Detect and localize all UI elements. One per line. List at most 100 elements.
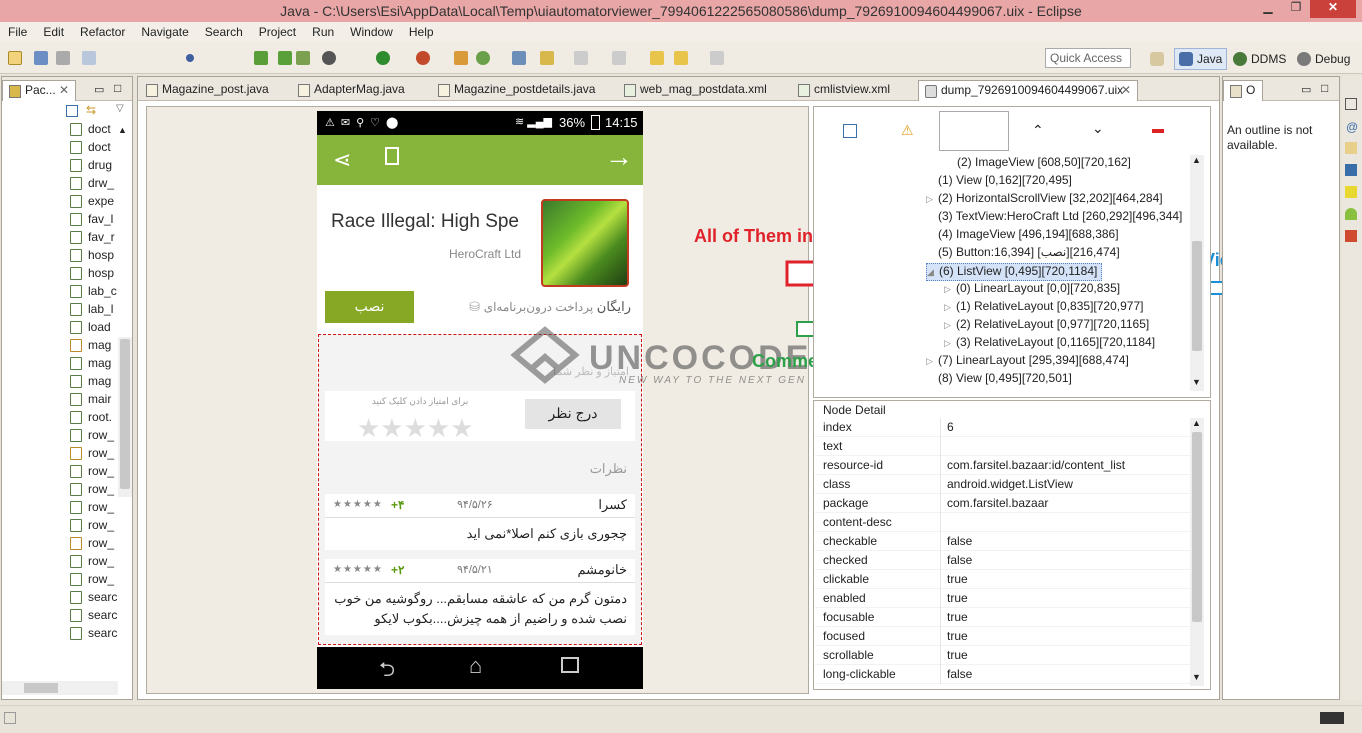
attr-key: focusable (823, 610, 875, 624)
tree-node-label: (6) ListView [0,495][720,1184] (939, 264, 1098, 278)
table-row[interactable]: long-clickable false (815, 665, 1190, 684)
node-detail-table: index 6 text resource-id com.farsitel.baza… (815, 418, 1190, 684)
task-list-icon[interactable] (1345, 98, 1357, 110)
maximize-icon[interactable]: □ (1321, 81, 1328, 95)
fast-view-icon[interactable] (4, 712, 16, 724)
minimize-icon[interactable]: ▭ (1301, 83, 1311, 96)
outline-tab-label: O (1246, 83, 1256, 97)
attr-key: checked (823, 553, 868, 567)
scroll-up-icon[interactable]: ▲ (1192, 418, 1201, 428)
expand-arrow-icon[interactable]: ▷ (944, 302, 956, 313)
table-row[interactable]: checked false (815, 551, 1190, 570)
attr-key: text (823, 439, 843, 453)
expand-all-icon[interactable] (843, 124, 857, 138)
table-row[interactable]: content-desc (815, 513, 1190, 532)
tree-node-label: (3) TextView:HeroCraft Ltd [260,292][496… (938, 209, 1183, 223)
attr-key: index (823, 420, 852, 434)
node-detail-title: Node Detail (823, 403, 886, 417)
tree-node[interactable]: (3) TextView:HeroCraft Ltd [260,292][496… (938, 209, 1182, 227)
expand-arrow-icon[interactable]: ▷ (926, 194, 938, 205)
scroll-down-icon[interactable]: ▼ (1192, 377, 1201, 387)
expand-arrow-icon[interactable]: ▷ (944, 320, 956, 331)
tree-node[interactable]: (2) ImageView [608,50][720,162] (957, 155, 1131, 173)
outline-panel: O ▭ □ An outline is not available. (1222, 76, 1340, 700)
table-row[interactable]: clickable true (815, 570, 1190, 589)
progress-icon (1320, 712, 1344, 724)
previous-node-icon[interactable]: ⌃ (1032, 122, 1044, 139)
table-row[interactable]: checkable false (815, 532, 1190, 551)
attr-value: false (947, 534, 973, 548)
filter-input[interactable] (939, 111, 1009, 151)
right-trim-stack: @ (1342, 76, 1362, 700)
logcat-icon[interactable] (1345, 186, 1357, 198)
attr-key: checkable (823, 534, 878, 548)
node-detail-scrollbar[interactable]: ▲ ▼ (1190, 418, 1204, 686)
tree-node-label: (4) ImageView [496,194][688,386] (938, 227, 1119, 241)
table-row[interactable]: index 6 (815, 418, 1190, 437)
node-detail-scroll-thumb[interactable] (1192, 432, 1202, 622)
console-icon[interactable] (1345, 230, 1357, 242)
tree-node-label: (2) ImageView [608,50][720,162] (957, 155, 1131, 169)
attr-value: true (947, 648, 968, 662)
table-row[interactable]: focused true (815, 627, 1190, 646)
status-bar (0, 705, 1362, 733)
tree-node-selected[interactable]: ◢ (6) ListView [0,495][720,1184] (926, 263, 1103, 281)
attr-key: resource-id (823, 458, 884, 472)
collapse-arrow-icon[interactable]: ◢ (927, 267, 939, 278)
tree-node[interactable]: ▷ (2) HorizontalScrollView [32,202][464,2… (926, 191, 1163, 209)
at-icon[interactable]: @ (1346, 120, 1358, 134)
tree-node-label: (1) RelativeLayout [0,835][720,977] (956, 299, 1144, 313)
attr-key: clickable (823, 572, 870, 586)
scroll-up-icon[interactable]: ▲ (1192, 155, 1201, 165)
tab-outline[interactable]: O (1223, 80, 1263, 101)
expand-arrow-icon[interactable]: ▷ (926, 356, 938, 367)
attr-key: package (823, 496, 869, 510)
attr-key: long-clickable (823, 667, 896, 681)
declaration-icon[interactable] (1345, 164, 1357, 176)
attr-key: class (823, 477, 851, 491)
toggle-nafs-icon[interactable]: ⚠ (901, 122, 914, 139)
attr-key: focused (823, 629, 866, 643)
attr-value: android.widget.ListView (947, 477, 1073, 491)
attr-value: false (947, 667, 973, 681)
tree-node[interactable]: ▷ (0) LinearLayout [0,0][720,835] (944, 281, 1120, 299)
tree-node-label: (7) LinearLayout [295,394][688,474] (938, 353, 1129, 367)
table-row[interactable]: package com.farsitel.bazaar (815, 494, 1190, 513)
attr-value: true (947, 591, 968, 605)
expand-arrow-icon[interactable]: ▷ (944, 338, 956, 349)
attr-key: enabled (823, 591, 866, 605)
expand-arrow-icon[interactable]: ▷ (944, 284, 956, 295)
tree-node[interactable]: ▷ (7) LinearLayout [295,394][688,474] (926, 353, 1129, 371)
table-row[interactable]: resource-id com.farsitel.bazaar:id/conten… (815, 456, 1190, 475)
tree-node[interactable]: (8) View [0,495][720,501] (938, 371, 1072, 389)
tree-node-label: (0) LinearLayout [0,0][720,835] (956, 281, 1121, 295)
attr-value: com.farsitel.bazaar:id/content_list (947, 458, 1126, 472)
tree-node[interactable]: (4) ImageView [496,194][688,386] (938, 227, 1119, 245)
javadoc-icon[interactable] (1345, 142, 1357, 154)
tree-node[interactable]: ▷ (1) RelativeLayout [0,835][720,977] (944, 299, 1143, 317)
collapse-icon[interactable] (1152, 129, 1164, 133)
tree-node-label: (5) Button:16,394] [نصب][216,474] (938, 245, 1120, 259)
android-icon[interactable] (1345, 208, 1357, 220)
table-row[interactable]: enabled true (815, 589, 1190, 608)
tree-node[interactable]: ▷ (2) RelativeLayout [0,977][720,1165] (944, 317, 1149, 335)
tree-node-label: (8) View [0,495][720,501] (938, 371, 1072, 385)
hierarchy-tree[interactable]: (2) ImageView [608,50][720,162] (1) View… (818, 155, 1190, 395)
attr-value: true (947, 610, 968, 624)
tree-node[interactable]: (5) Button:16,394] [نصب][216,474] (938, 245, 1120, 263)
scroll-down-icon[interactable]: ▼ (1192, 672, 1201, 682)
attr-value: true (947, 629, 968, 643)
table-row[interactable]: text (815, 437, 1190, 456)
table-row[interactable]: scrollable true (815, 646, 1190, 665)
attr-value: true (947, 572, 968, 586)
next-node-icon[interactable]: ⌄ (1092, 120, 1104, 137)
tree-node[interactable]: ▷ (3) RelativeLayout [0,1165][720,1184] (944, 335, 1155, 353)
tree-node-label: (3) RelativeLayout [0,1165][720,1184] (956, 335, 1156, 349)
table-row[interactable]: class android.widget.ListView (815, 475, 1190, 494)
outline-tabbar: O ▭ □ (1223, 77, 1339, 101)
attr-key: scrollable (823, 648, 874, 662)
table-row[interactable]: focusable true (815, 608, 1190, 627)
hierarchy-scroll-thumb[interactable] (1192, 241, 1202, 351)
hierarchy-scrollbar[interactable]: ▲ ▼ (1190, 155, 1204, 391)
tree-node[interactable]: (1) View [0,162][720,495] (938, 173, 1072, 191)
